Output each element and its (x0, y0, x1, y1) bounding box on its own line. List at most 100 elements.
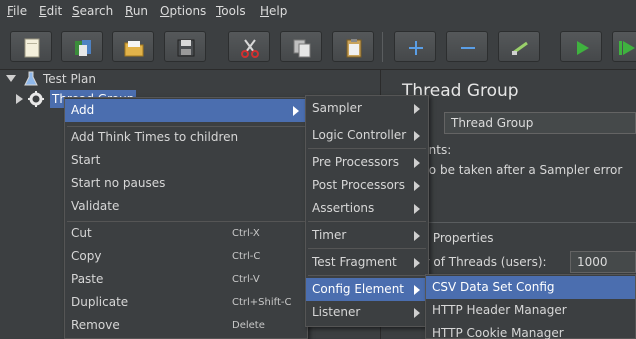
copy-label: Copy (71, 249, 102, 263)
timer-label: Timer (312, 228, 347, 242)
cut-icon (241, 39, 259, 58)
paste-label: Paste (71, 272, 104, 286)
gear-icon (28, 91, 44, 107)
menu-bar: File Edit Search Run Options Tools Help (0, 0, 636, 24)
expand-arrow-icon[interactable] (6, 75, 16, 82)
menu-separator (308, 275, 426, 276)
open-icon (124, 41, 144, 57)
submenu-item-http-header-manager[interactable]: HTTP Header Manager (426, 299, 635, 322)
start-icon (577, 41, 589, 55)
templates-button[interactable] (61, 31, 103, 62)
http-header-manager-label: HTTP Header Manager (432, 303, 567, 317)
submenu-item-http-cookie-manager[interactable]: HTTP Cookie Manager (426, 322, 635, 339)
config-element-submenu: CSV Data Set Config HTTP Header Manager … (425, 274, 636, 339)
context-menu: Add Add Think Times to children Start St… (64, 97, 308, 339)
start-no-pauses-button[interactable] (612, 31, 636, 62)
submenu-item-logic-controller[interactable]: Logic Controller (306, 124, 428, 147)
menu-options-rest: ptions (169, 4, 207, 18)
collapse-all-button[interactable] (446, 31, 488, 62)
logic-controller-label: Logic Controller (312, 128, 407, 142)
menu-tools-rest: ools (221, 4, 246, 18)
menu-separator (308, 148, 426, 149)
csv-data-set-config-label: CSV Data Set Config (432, 280, 555, 294)
submenu-arrow-icon (414, 131, 420, 141)
submenu-item-csv-data-set-config[interactable]: CSV Data Set Config (426, 276, 635, 299)
paste-button[interactable] (332, 31, 374, 62)
tree-row-test-plan[interactable]: Test Plan (6, 70, 206, 88)
menu-search[interactable]: Search (72, 4, 113, 18)
submenu-item-assertions[interactable]: Assertions (306, 197, 428, 220)
menu-item-cut[interactable]: Cut Ctrl-X (65, 222, 307, 245)
submenu-arrow-icon (414, 285, 420, 295)
submenu-arrow-icon (293, 106, 299, 116)
submenu-item-post-processors[interactable]: Post Processors (306, 174, 428, 197)
collapsed-arrow-icon[interactable] (16, 94, 23, 104)
menu-item-validate[interactable]: Validate (65, 195, 307, 218)
http-cookie-manager-label: HTTP Cookie Manager (432, 326, 564, 339)
submenu-item-timer[interactable]: Timer (306, 224, 428, 247)
copy-icon (293, 39, 311, 58)
menu-edit[interactable]: Edit (39, 4, 62, 18)
menu-item-paste[interactable]: Paste Ctrl-V (65, 268, 307, 291)
toolbar-separator (382, 32, 383, 62)
toolbar (0, 24, 636, 70)
cut-button[interactable] (228, 31, 270, 62)
add-label: Add (71, 103, 95, 117)
submenu-arrow-icon (414, 204, 420, 214)
menu-item-start-no-pauses[interactable]: Start no pauses (65, 172, 307, 195)
start-button[interactable] (560, 31, 602, 62)
submenu-item-listener[interactable]: Listener (306, 301, 428, 324)
config-element-label: Config Element (312, 282, 404, 296)
menu-run[interactable]: Run (125, 4, 148, 18)
submenu-arrow-icon (414, 258, 420, 268)
menu-search-rest: earch (79, 4, 114, 18)
submenu-arrow-icon (414, 231, 420, 241)
copy-shortcut: Ctrl-C (232, 251, 261, 262)
save-button[interactable] (164, 31, 206, 62)
paste-icon (346, 39, 362, 58)
duplicate-shortcut: Ctrl+Shift-C (232, 297, 292, 308)
menu-run-mnemonic: R (125, 4, 133, 18)
menu-edit-rest: dit (46, 4, 63, 18)
menu-item-start[interactable]: Start (65, 149, 307, 172)
validate-label: Validate (71, 199, 120, 213)
menu-file[interactable]: File (7, 4, 27, 18)
menu-options[interactable]: Options (160, 4, 206, 18)
menu-separator (308, 221, 426, 222)
menu-item-add-think-times[interactable]: Add Think Times to children (65, 126, 307, 149)
submenu-arrow-icon (414, 104, 420, 114)
menu-file-rest: ile (13, 4, 28, 18)
submenu-item-pre-processors[interactable]: Pre Processors (306, 151, 428, 174)
remove-shortcut: Delete (232, 320, 265, 331)
new-icon (24, 38, 40, 58)
start-no-pauses-icon (619, 41, 635, 55)
open-button[interactable] (112, 31, 154, 62)
menu-item-copy[interactable]: Copy Ctrl-C (65, 245, 307, 268)
start-label: Start (71, 153, 101, 167)
menu-item-duplicate[interactable]: Duplicate Ctrl+Shift-C (65, 291, 307, 314)
duplicate-label: Duplicate (71, 295, 129, 309)
cut-label: Cut (71, 226, 92, 240)
start-no-pauses-label: Start no pauses (71, 176, 166, 190)
submenu-item-test-fragment[interactable]: Test Fragment (306, 251, 428, 274)
name-input[interactable]: Thread Group (444, 112, 636, 134)
submenu-item-sampler[interactable]: Sampler (306, 97, 428, 120)
paste-shortcut: Ctrl-V (232, 274, 260, 285)
templates-icon (75, 40, 91, 56)
add-submenu: Sampler Logic Controller Pre Processors … (305, 95, 429, 327)
expand-all-button[interactable] (394, 31, 436, 62)
submenu-item-config-element[interactable]: Config Element (306, 278, 428, 301)
menu-help[interactable]: Help (260, 4, 287, 18)
menu-tools[interactable]: Tools (216, 4, 246, 18)
copy-button[interactable] (280, 31, 322, 62)
assertions-label: Assertions (312, 201, 375, 215)
menu-item-remove[interactable]: Remove Delete (65, 314, 307, 337)
new-button[interactable] (10, 31, 52, 62)
menu-run-rest: un (132, 4, 149, 18)
number-of-threads-input[interactable]: 1000 (570, 251, 636, 273)
menu-separator (308, 248, 426, 249)
menu-item-add[interactable]: Add (65, 99, 307, 122)
listener-label: Listener (312, 305, 361, 319)
toggle-button[interactable] (498, 31, 540, 62)
flask-icon (24, 71, 38, 86)
